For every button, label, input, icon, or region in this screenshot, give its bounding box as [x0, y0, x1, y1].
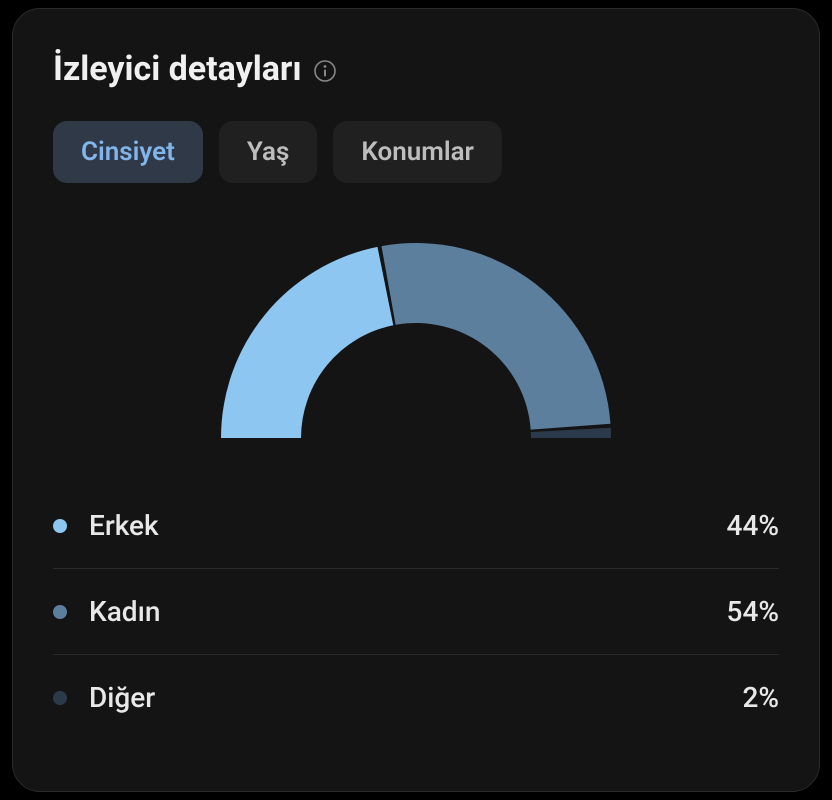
tab-1[interactable]: Yaş — [219, 121, 317, 183]
info-icon[interactable] — [312, 58, 338, 84]
gauge-segment-0 — [221, 247, 393, 438]
legend-value: 44% — [727, 509, 779, 542]
tab-2[interactable]: Konumlar — [333, 121, 502, 183]
audience-details-card: İzleyici detayları Cinsiyet Yaş Konumlar E… — [12, 8, 820, 792]
legend-value: 54% — [727, 595, 779, 628]
legend-label: Kadın — [89, 595, 160, 628]
legend-row-1: Kadın 54% — [53, 569, 779, 655]
legend-label: Diğer — [89, 681, 155, 714]
tab-0[interactable]: Cinsiyet — [53, 121, 203, 183]
card-header: İzleyici detayları — [53, 49, 779, 89]
gender-gauge-chart — [53, 233, 779, 443]
legend-label: Erkek — [89, 509, 159, 542]
gauge-segment-1 — [381, 243, 610, 430]
card-title: İzleyici detayları — [53, 49, 302, 89]
legend-row-0: Erkek 44% — [53, 483, 779, 569]
legend-dot-icon — [53, 519, 67, 533]
legend-left: Diğer — [53, 681, 155, 714]
tabs: Cinsiyet Yaş Konumlar — [53, 121, 779, 183]
gauge-segment-2 — [531, 428, 611, 438]
legend-row-2: Diğer 2% — [53, 655, 779, 740]
legend-dot-icon — [53, 691, 67, 705]
legend: Erkek 44% Kadın 54% Diğer 2% — [53, 483, 779, 740]
legend-left: Kadın — [53, 595, 160, 628]
legend-value: 2% — [742, 681, 779, 714]
legend-left: Erkek — [53, 509, 159, 542]
legend-dot-icon — [53, 605, 67, 619]
